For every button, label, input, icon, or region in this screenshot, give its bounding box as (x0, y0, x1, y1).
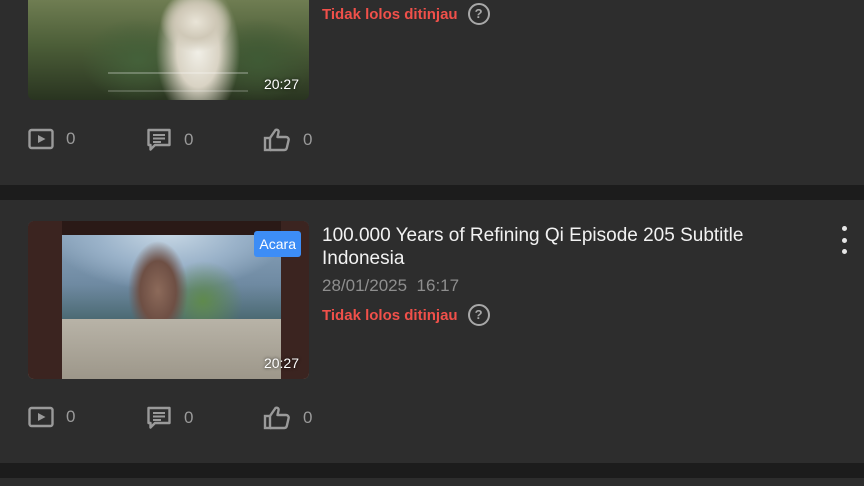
review-status-text: Tidak lolos ditinjau (322, 306, 458, 324)
views-stat: 0 (28, 405, 75, 429)
video-card (0, 478, 864, 486)
video-thumbnail[interactable]: Acara 20:27 (28, 221, 309, 379)
video-duration: 20:27 (263, 355, 299, 371)
question-circle-icon[interactable]: ? (467, 304, 490, 326)
comments-count: 0 (184, 408, 194, 427)
play-square-icon (28, 406, 54, 428)
video-duration: 20:27 (263, 76, 299, 92)
views-count: 0 (66, 407, 76, 426)
video-card: Acara 20:27 100.000 Years of Refining Qi… (0, 200, 864, 463)
thumbnail-frame (28, 221, 62, 379)
likes-count: 0 (303, 408, 313, 427)
thumbs-up-icon (263, 406, 290, 430)
review-status: Tidak lolos ditinjau ? (322, 304, 490, 326)
likes-stat[interactable]: 0 (263, 405, 312, 431)
question-circle-icon[interactable]: ? (467, 3, 490, 25)
thumbs-up-icon (263, 128, 290, 152)
category-badge: Acara (254, 231, 301, 257)
comments-count: 0 (184, 130, 194, 149)
views-count: 0 (66, 129, 76, 148)
comments-stat[interactable]: 0 (146, 405, 193, 431)
more-vertical-icon[interactable] (838, 226, 850, 254)
upload-date: 28/01/2025 16:17 (322, 276, 460, 295)
comment-icon (147, 406, 171, 429)
video-card: 20:27 Tidak lolos ditinjau ? 0 0 0 (0, 0, 864, 185)
review-status-text: Tidak lolos ditinjau (322, 5, 458, 23)
comment-icon (147, 128, 171, 151)
video-title[interactable]: 100.000 Years of Refining Qi Episode 205… (322, 224, 792, 270)
video-thumbnail[interactable]: 20:27 (28, 0, 309, 100)
subtitle-overlay (108, 72, 248, 92)
likes-stat[interactable]: 0 (263, 127, 312, 153)
comments-stat[interactable]: 0 (146, 127, 193, 153)
views-stat: 0 (28, 127, 75, 151)
likes-count: 0 (303, 130, 313, 149)
play-square-icon (28, 128, 54, 150)
review-status: Tidak lolos ditinjau ? (322, 3, 490, 25)
